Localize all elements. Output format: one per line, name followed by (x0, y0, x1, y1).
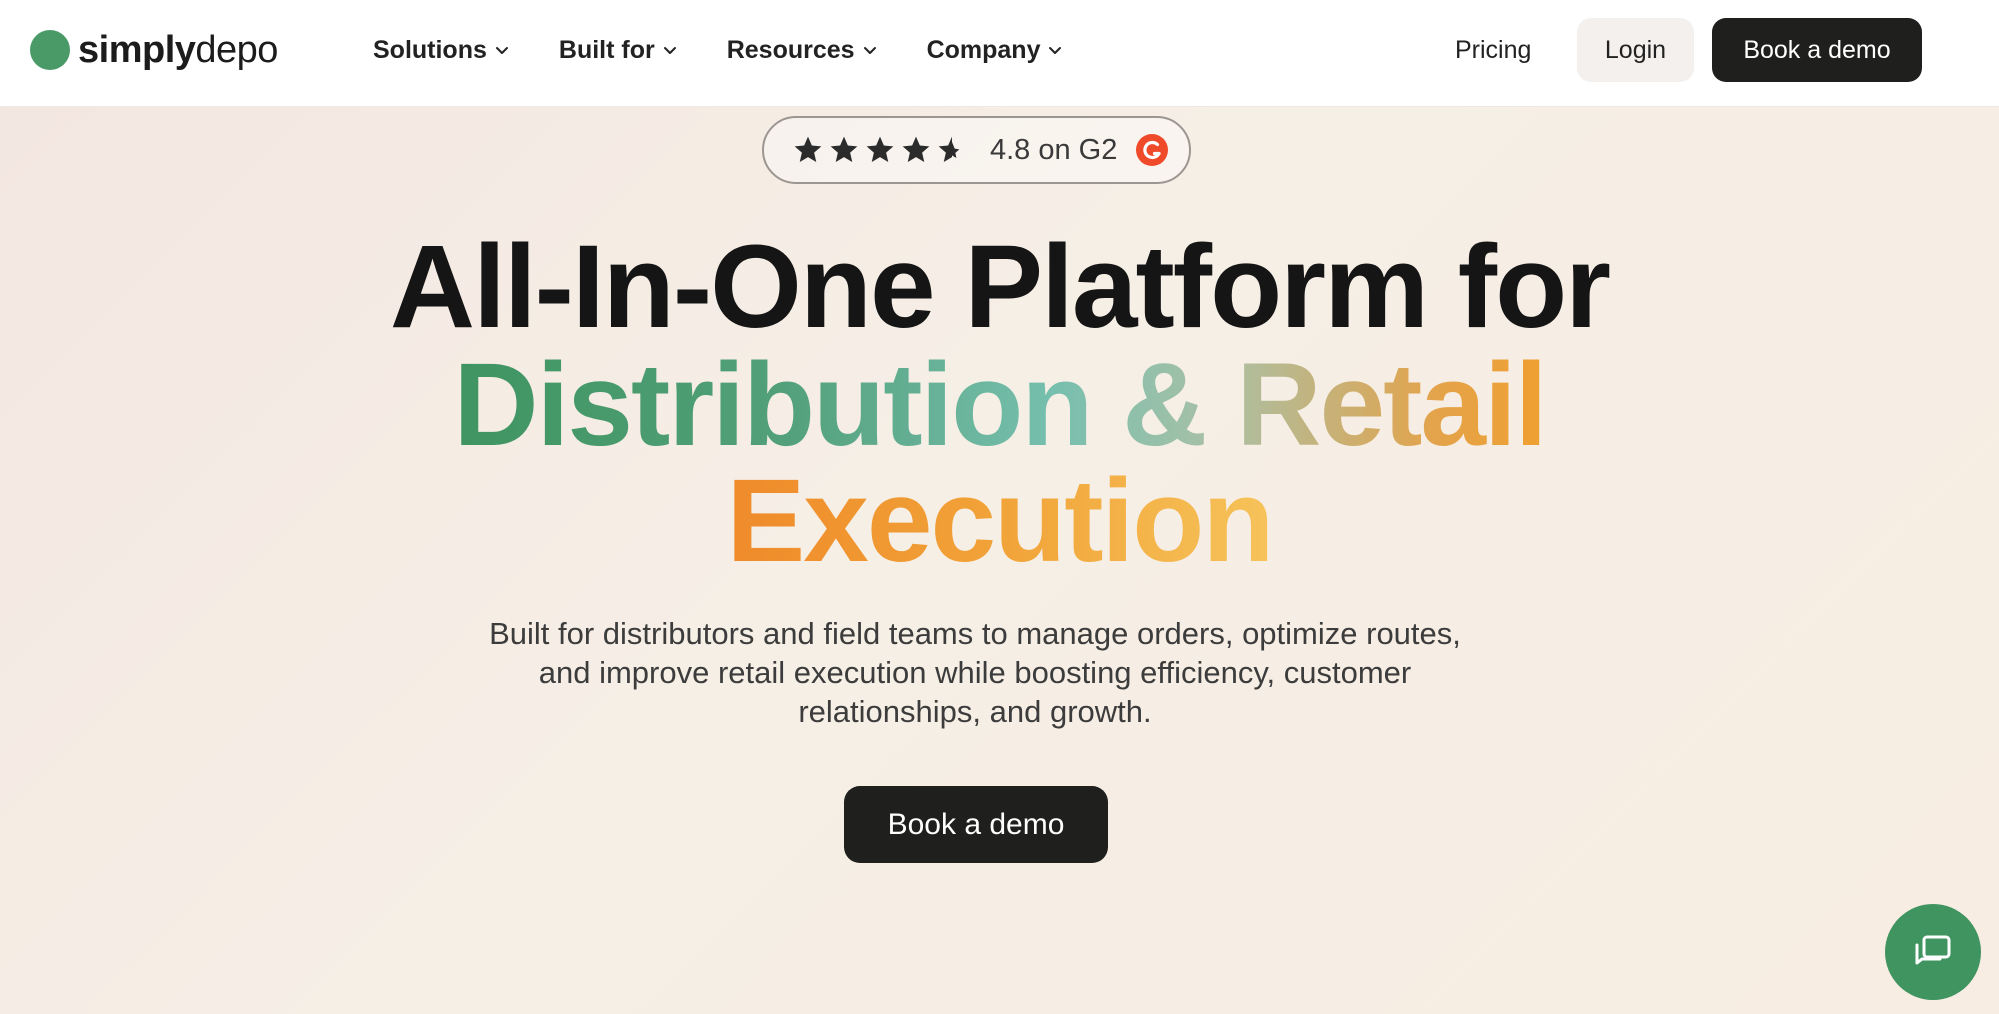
login-button[interactable]: Login (1577, 18, 1694, 82)
chevron-down-icon (663, 43, 677, 57)
rating-text: 4.8 on G2 (990, 133, 1118, 166)
logo[interactable]: simplydepo (30, 27, 278, 73)
star-icon (792, 134, 824, 166)
hero-subtitle: Built for distributors and field teams t… (489, 616, 1461, 729)
menu-company-label: Company (926, 35, 1041, 64)
menu-solutions[interactable]: Solutions (373, 36, 509, 65)
chat-icon (1915, 935, 1951, 965)
rating-stars (792, 134, 968, 166)
hero-title-line-1: All-In-One Platform for (389, 221, 1611, 353)
g2-icon (1136, 134, 1169, 166)
chevron-down-icon (1048, 43, 1062, 57)
logo-dot-icon (30, 30, 70, 70)
chevron-down-icon (863, 43, 877, 57)
pricing-link[interactable]: Pricing (1455, 30, 1531, 70)
menu-resources[interactable]: Resources (727, 36, 877, 65)
menu-solutions-label: Solutions (373, 35, 487, 64)
main-menu: Solutions Built for Resources Company (373, 30, 1062, 70)
star-icon (900, 134, 932, 166)
logo-text: simplydepo (78, 29, 278, 72)
logo-text-bold: simply (78, 28, 196, 71)
logo-text-light: depo (195, 28, 278, 71)
menu-resources-label: Resources (726, 35, 855, 64)
book-demo-hero-button[interactable]: Book a demo (844, 786, 1108, 863)
hero-title-line-3-text: Execution (726, 455, 1275, 587)
menu-built-for[interactable]: Built for (559, 36, 677, 65)
top-navbar: simplydepo Solutions Built for Resources… (0, 0, 1999, 107)
hero-title-line-2-text: Distribution & Retail (453, 339, 1547, 471)
star-icon (864, 134, 896, 166)
menu-built-for-label: Built for (558, 35, 655, 64)
half-star-icon (936, 134, 968, 166)
star-icon (828, 134, 860, 166)
hero-title-line-3: Execution (0, 462, 1999, 580)
hero-title-line-2: Distribution & Retail (0, 346, 1999, 464)
book-demo-nav-button[interactable]: Book a demo (1712, 18, 1922, 82)
chat-widget-button[interactable] (1885, 904, 1981, 1000)
chevron-down-icon (495, 43, 509, 57)
g2-rating-badge[interactable]: 4.8 on G2 (762, 116, 1191, 184)
menu-company[interactable]: Company (927, 36, 1063, 65)
